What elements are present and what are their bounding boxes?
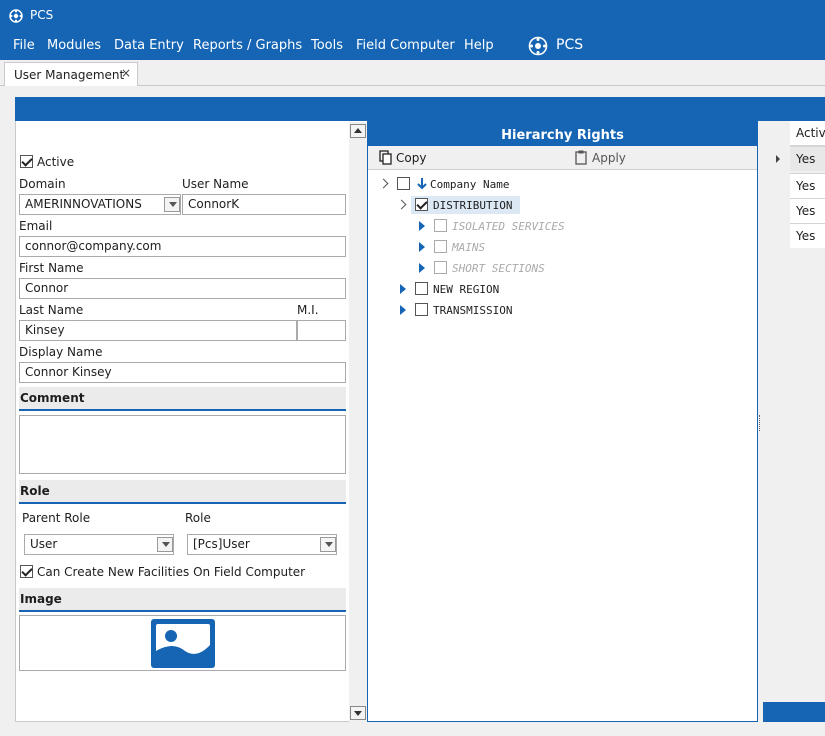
username-value: ConnorK <box>188 197 240 211</box>
app-logo-icon <box>9 9 23 23</box>
form-scrollbar[interactable] <box>349 122 367 722</box>
grid-footer-bar <box>763 702 825 722</box>
domain-value: AMERINNOVATIONS <box>25 197 142 211</box>
expand-isolated-icon[interactable] <box>419 221 425 231</box>
role-value: [Pcs]User <box>193 537 250 551</box>
tab-strip: User Management × <box>0 60 825 87</box>
active-label: Active <box>37 155 75 169</box>
create-facilities-checkbox[interactable] <box>20 565 33 578</box>
create-facilities-label: Can Create New Facilities On Field Compu… <box>37 565 306 579</box>
hierarchy-title: Hierarchy Rights <box>368 122 757 146</box>
transmission-checkbox[interactable] <box>415 303 428 316</box>
scroll-up-icon[interactable] <box>350 124 366 138</box>
new-region-checkbox[interactable] <box>415 282 428 295</box>
menu-field-computer[interactable]: Field Computer <box>356 38 455 53</box>
grid-row[interactable]: Yes <box>790 198 825 223</box>
menu-data-entry[interactable]: Data Entry <box>114 38 184 53</box>
tree-node-short-sections[interactable]: SHORT SECTIONS <box>452 262 545 275</box>
hierarchy-toolbar: Copy Apply <box>368 146 757 170</box>
display-name-label: Display Name <box>19 345 103 359</box>
copy-icon <box>379 150 392 165</box>
parent-role-value: User <box>30 537 58 551</box>
copy-label: Copy <box>396 151 427 165</box>
brand-logo-icon <box>528 36 548 56</box>
role-select[interactable]: [Pcs]User <box>187 534 337 555</box>
brand-label: PCS <box>556 37 584 53</box>
tree-node-new-region[interactable]: NEW REGION <box>433 283 499 296</box>
menu-bar: File Modules Data Entry Reports / Graphs… <box>0 32 825 60</box>
parent-role-dropdown-arrow-icon[interactable] <box>157 537 173 552</box>
short-sections-checkbox[interactable] <box>434 261 447 274</box>
display-name-input[interactable]: Connor Kinsey <box>19 362 346 383</box>
email-value: connor@company.com <box>25 239 162 253</box>
tree-node-transmission[interactable]: TRANSMISSION <box>433 304 512 317</box>
comment-textarea[interactable] <box>19 415 346 474</box>
tree-node-isolated-services[interactable]: ISOLATED SERVICES <box>452 220 565 233</box>
tab-label: User Management <box>14 68 125 82</box>
expand-mains-icon[interactable] <box>419 242 425 252</box>
tree-node-mains[interactable]: MAINS <box>452 241 485 254</box>
email-input[interactable]: connor@company.com <box>19 236 346 257</box>
clipboard-icon <box>575 150 587 165</box>
mi-label: M.I. <box>297 303 319 317</box>
grid-header-active[interactable]: Active <box>790 121 825 146</box>
grid-row[interactable]: Yes <box>790 223 825 248</box>
active-checkbox[interactable] <box>20 155 33 168</box>
tab-user-management[interactable]: User Management × <box>4 62 138 87</box>
expand-new-region-icon[interactable] <box>400 284 406 294</box>
apply-button[interactable]: Apply <box>575 150 635 166</box>
last-name-input[interactable]: Kinsey <box>19 320 297 341</box>
menu-modules[interactable]: Modules <box>47 38 101 53</box>
window-title: PCS <box>30 8 54 22</box>
isolated-checkbox[interactable] <box>434 219 447 232</box>
close-tab-icon[interactable]: × <box>121 66 131 80</box>
role-section-header: Role <box>19 480 346 504</box>
expand-transmission-icon[interactable] <box>400 305 406 315</box>
root-checkbox[interactable] <box>397 177 410 190</box>
role-dropdown-arrow-icon[interactable] <box>320 537 336 552</box>
last-name-value: Kinsey <box>25 323 65 337</box>
comment-section-header: Comment <box>19 387 346 411</box>
first-name-label: First Name <box>19 261 84 275</box>
domain-label: Domain <box>19 177 66 191</box>
menu-reports-graphs[interactable]: Reports / Graphs <box>193 38 302 53</box>
menu-tools[interactable]: Tools <box>311 38 343 53</box>
apply-label: Apply <box>592 151 626 165</box>
image-placeholder-icon <box>151 619 215 668</box>
expand-short-sections-icon[interactable] <box>419 263 425 273</box>
domain-select[interactable]: AMERINNOVATIONS <box>19 194 181 215</box>
domain-dropdown-arrow-icon[interactable] <box>164 197 180 212</box>
title-bar: PCS <box>0 0 825 32</box>
role-label: Role <box>185 511 211 525</box>
user-grid: Active Yes Yes Yes Yes <box>763 121 825 722</box>
splitter-grip-icon[interactable] <box>759 415 762 431</box>
parent-role-label: Parent Role <box>22 511 91 525</box>
mains-checkbox[interactable] <box>434 240 447 253</box>
sort-down-arrow-icon <box>417 178 427 190</box>
first-name-value: Connor <box>25 281 69 295</box>
copy-button[interactable]: Copy <box>379 150 439 166</box>
scroll-down-icon[interactable] <box>350 706 366 720</box>
current-row-indicator-icon <box>776 155 780 163</box>
mi-input[interactable] <box>297 320 346 341</box>
username-label: User Name <box>182 177 249 191</box>
menu-file[interactable]: File <box>13 38 35 53</box>
email-label: Email <box>19 219 53 233</box>
grid-row[interactable]: Yes <box>790 146 825 171</box>
display-name-value: Connor Kinsey <box>25 365 112 379</box>
tree-node-company-name[interactable]: Company Name <box>430 178 509 191</box>
last-name-label: Last Name <box>19 303 84 317</box>
panel-header-bar <box>15 97 825 121</box>
menu-help[interactable]: Help <box>464 38 494 53</box>
username-input[interactable]: ConnorK <box>182 194 346 215</box>
first-name-input[interactable]: Connor <box>19 278 346 299</box>
tree-node-distribution[interactable]: DISTRIBUTION <box>433 199 512 212</box>
distribution-checkbox[interactable] <box>415 198 428 211</box>
parent-role-select[interactable]: User <box>24 534 174 555</box>
image-box[interactable] <box>19 615 346 671</box>
grid-row[interactable]: Yes <box>790 173 825 198</box>
image-section-header: Image <box>19 588 346 612</box>
